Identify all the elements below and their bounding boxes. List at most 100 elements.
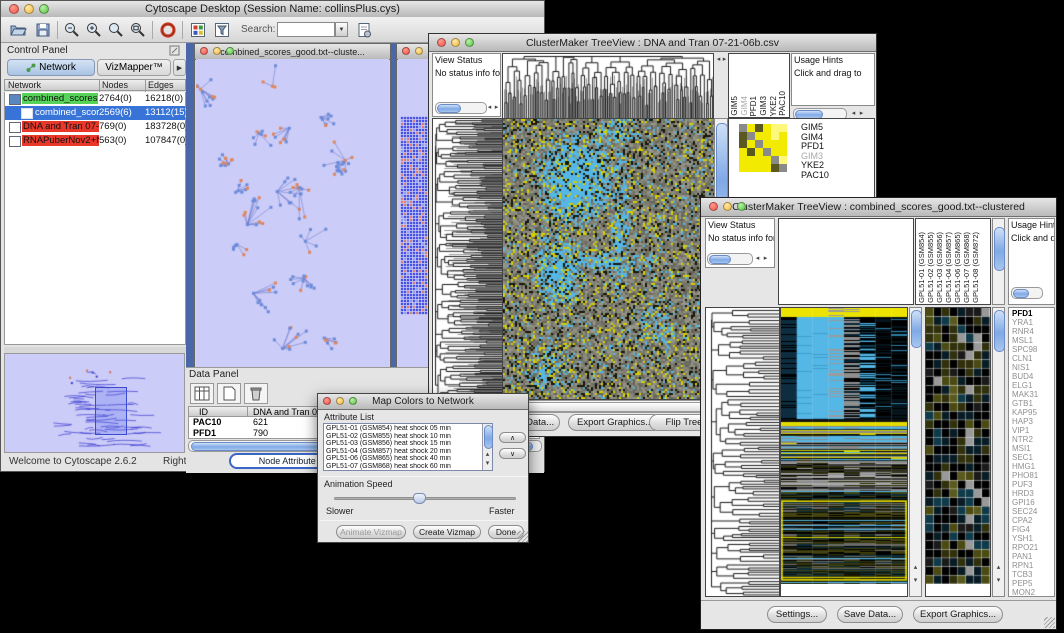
filter-icon[interactable] — [213, 21, 231, 39]
matrix-cell[interactable] — [771, 148, 779, 156]
attribute-list-item[interactable]: GPL51-03 (GSM856) heat shock 15 min — [326, 440, 481, 448]
matrix-cell[interactable] — [739, 124, 747, 132]
birdseye-viewport-rect[interactable] — [95, 387, 127, 435]
col-edges[interactable]: Edges — [148, 80, 174, 90]
matrix-cell[interactable] — [763, 164, 771, 172]
scrollbar-thumb[interactable] — [911, 310, 922, 348]
treeview2-title-bar[interactable]: ClusterMaker TreeView : combined_scores_… — [701, 198, 1056, 217]
data-col-id[interactable]: ID — [199, 407, 208, 417]
matrix-cell[interactable] — [763, 132, 771, 140]
birdseye-view[interactable] — [4, 353, 185, 453]
scroll-right-icon[interactable]: ▸ — [761, 254, 770, 263]
attribute-list-item[interactable]: GPL51-07 (GSM868) heat shock 60 min — [326, 463, 481, 471]
matrix-cell[interactable] — [779, 156, 787, 164]
minimize-icon[interactable] — [415, 47, 423, 55]
attribute-select-icon[interactable] — [190, 383, 214, 404]
zoom-window-icon[interactable] — [226, 47, 234, 55]
scroll-down-icon[interactable]: ▾ — [994, 576, 1003, 585]
scroll-up-icon[interactable]: ▴ — [994, 563, 1003, 572]
scroll-down-icon[interactable]: ▾ — [911, 576, 920, 585]
scrollbar-thumb[interactable] — [994, 310, 1005, 352]
close-icon[interactable] — [402, 47, 410, 55]
matrix-cell[interactable] — [755, 124, 763, 132]
close-icon[interactable] — [709, 202, 718, 211]
matrix-cell[interactable] — [763, 124, 771, 132]
minimize-icon[interactable] — [24, 4, 34, 14]
matrix-cell[interactable] — [779, 148, 787, 156]
zoom-window-icon[interactable] — [349, 397, 357, 405]
attribute-list-item[interactable]: GPL51-01 (GSM854) heat shock 05 min — [326, 425, 481, 433]
network-frame-1[interactable]: combined_scores_good.txt--cluste... — [194, 43, 391, 371]
matrix-cell[interactable] — [771, 140, 779, 148]
matrix-cell[interactable] — [779, 132, 787, 140]
save-icon[interactable] — [34, 21, 52, 39]
matrix-cell[interactable] — [747, 148, 755, 156]
more-tabs-icon[interactable]: ▶ — [173, 59, 186, 76]
matrix-cell[interactable] — [747, 124, 755, 132]
heatmap-hscrollbar[interactable] — [502, 400, 716, 413]
annotation-doc-icon[interactable] — [355, 21, 373, 39]
usage-hscrollbar[interactable] — [1011, 287, 1043, 299]
export-graphics-button[interactable]: Export Graphics... — [568, 414, 662, 431]
minimize-icon[interactable] — [213, 47, 221, 55]
dialog-title-bar[interactable]: Map Colors to Network — [318, 394, 528, 410]
minimize-icon[interactable] — [451, 38, 460, 47]
matrix-cell[interactable] — [747, 164, 755, 172]
matrix-cell[interactable] — [755, 140, 763, 148]
col-network[interactable]: Network — [8, 80, 41, 90]
similarity-matrix[interactable] — [739, 124, 787, 172]
scrollbar-thumb[interactable] — [1013, 289, 1029, 298]
attribute-list-item[interactable]: GPL51-02 (GSM855) heat shock 10 min — [326, 433, 481, 441]
matrix-cell[interactable] — [739, 140, 747, 148]
float-panel-icon[interactable] — [169, 45, 180, 56]
matrix-cell[interactable] — [755, 164, 763, 172]
animate-vizmap-button[interactable]: Animate Vizmap — [336, 525, 406, 539]
create-vizmap-button[interactable]: Create Vizmap — [413, 525, 481, 539]
matrix-cell[interactable] — [771, 124, 779, 132]
zoom-out-icon[interactable] — [63, 21, 81, 39]
scroll-right-icon[interactable]: ▸ — [492, 103, 501, 112]
zoom-in-icon[interactable] — [85, 21, 103, 39]
table-row[interactable]: combined_scores2764(0)16218(0) — [5, 92, 185, 106]
global-heatmap-canvas[interactable] — [781, 308, 907, 584]
row-dendrogram-canvas[interactable] — [705, 307, 780, 597]
zoom-vscrollbar[interactable]: ▴ ▾ — [992, 307, 1005, 597]
labels-vscrollbar[interactable] — [992, 218, 1005, 305]
list-vscrollbar[interactable]: ▴ ▾ — [482, 424, 492, 470]
matrix-cell[interactable] — [747, 156, 755, 164]
scroll-up-icon[interactable]: ▴ — [483, 450, 492, 459]
minimize-icon[interactable] — [723, 202, 732, 211]
zoom-window-icon[interactable] — [39, 4, 49, 14]
zoom-window-icon[interactable] — [465, 38, 474, 47]
search-dropdown-icon[interactable]: ▼ — [335, 22, 348, 37]
matrix-cell[interactable] — [763, 148, 771, 156]
scrollbar-thumb[interactable] — [506, 402, 708, 412]
zoom-fit-icon[interactable] — [107, 21, 125, 39]
scrollbar-thumb[interactable] — [437, 104, 461, 113]
zoom-heatmap-canvas[interactable] — [926, 308, 990, 584]
row-dendrogram-canvas[interactable] — [432, 118, 503, 400]
zoom-heatmap-panel[interactable] — [925, 307, 991, 597]
matrix-cell[interactable] — [771, 132, 779, 140]
scroll-right-icon[interactable]: ▸ — [857, 109, 866, 118]
matrix-cell[interactable] — [779, 164, 787, 172]
vizmapper-icon[interactable] — [189, 21, 207, 39]
scrollbar-thumb[interactable] — [709, 255, 731, 264]
settings-button[interactable]: Settings... — [767, 606, 827, 623]
new-attribute-icon[interactable] — [217, 383, 241, 404]
column-dendrogram-panel[interactable] — [778, 218, 914, 305]
attribute-list[interactable]: GPL51-01 (GSM854) heat shock 05 minGPL51… — [323, 423, 493, 471]
main-title-bar[interactable]: Cytoscape Desktop (Session Name: collins… — [1, 1, 544, 18]
close-icon[interactable] — [323, 397, 331, 405]
global-heatmap-panel[interactable] — [780, 307, 908, 597]
matrix-cell[interactable] — [771, 156, 779, 164]
delete-attribute-trash-icon[interactable] — [244, 383, 268, 404]
matrix-cell[interactable] — [739, 148, 747, 156]
attribute-list-item[interactable]: GPL51-06 (GSM865) heat shock 40 min — [326, 455, 481, 463]
tab-vizmapper[interactable]: VizMapper™ — [97, 59, 171, 76]
status-hscrollbar[interactable] — [435, 102, 487, 114]
save-data-button[interactable]: Save Data... — [837, 606, 903, 623]
matrix-cell[interactable] — [747, 132, 755, 140]
scroll-down-icon[interactable]: ▾ — [483, 459, 492, 468]
status-hscrollbar[interactable] — [707, 253, 753, 265]
